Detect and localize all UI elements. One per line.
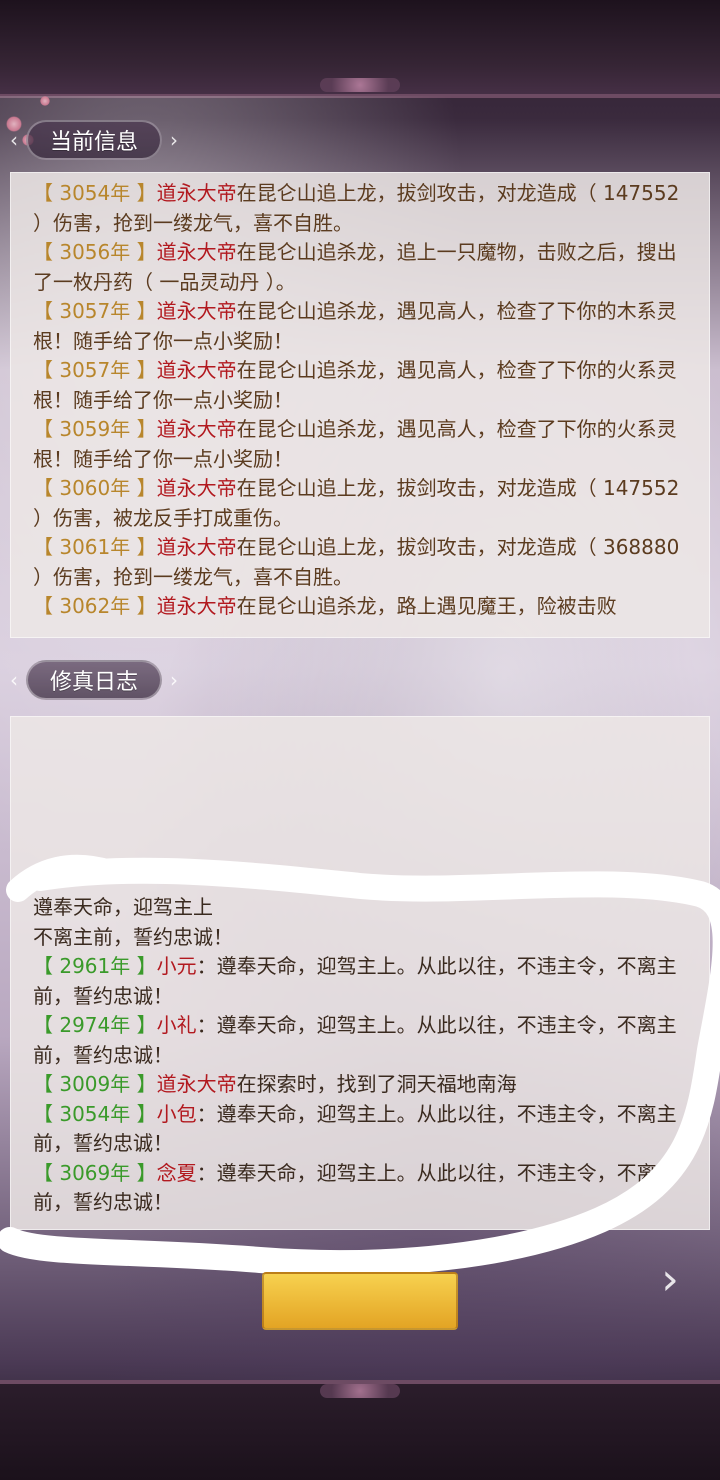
current-info-entry: 【 3057年 】道永大帝在昆仑山追杀龙，遇见高人，检查了下你的木系灵根！随手给… bbox=[33, 297, 687, 356]
entry-text: 在昆仑山追杀龙，路上遇见魔王，险被击败 bbox=[236, 594, 617, 618]
cultivation-log-partial-line: 遵奉天命，迎驾主上 bbox=[33, 893, 687, 923]
current-info-entry: 【 3054年 】道永大帝在昆仑山追上龙，拔剑攻击，对龙造成（ 147552 ）… bbox=[33, 179, 687, 238]
log-year: 【 3009年 】 bbox=[33, 1072, 157, 1096]
log-name: 小元 bbox=[156, 954, 197, 978]
log-year: 【 2961年 】 bbox=[33, 954, 157, 978]
entry-year: 【 3056年 】 bbox=[33, 240, 157, 264]
entry-name: 道永大帝 bbox=[156, 476, 237, 500]
chevron-left-icon: ‹ bbox=[10, 668, 18, 692]
log-name: 道永大帝 bbox=[156, 1072, 237, 1096]
top-ornament-icon bbox=[320, 78, 400, 92]
current-info-entry: 【 3057年 】道永大帝在昆仑山追杀龙，遇见高人，检查了下你的火系灵根！随手给… bbox=[33, 356, 687, 415]
entry-year: 【 3060年 】 bbox=[33, 476, 157, 500]
blossom-icon bbox=[40, 96, 50, 106]
log-name: 小包 bbox=[156, 1101, 197, 1126]
current-info-entry: 【 3059年 】道永大帝在昆仑山追杀龙，遇见高人，检查了下你的火系灵根！随手给… bbox=[33, 415, 687, 474]
log-text: 在探索时，找到了洞天福地南海 bbox=[236, 1072, 517, 1096]
bottom-action-button[interactable] bbox=[262, 1272, 458, 1330]
next-arrow-glyph: › bbox=[661, 1254, 679, 1305]
log-name: 念夏 bbox=[156, 1160, 197, 1185]
cultivation-log-header: ‹ 修真日志 › bbox=[10, 660, 178, 700]
cultivation-log-title: 修真日志 bbox=[26, 660, 163, 700]
cultivation-log-title-text: 修真日志 bbox=[50, 670, 139, 695]
current-info-entry: 【 3060年 】道永大帝在昆仑山追上龙，拔剑攻击，对龙造成（ 147552 ）… bbox=[33, 474, 687, 533]
bottom-ornament-icon bbox=[320, 1384, 400, 1398]
entry-name: 道永大帝 bbox=[156, 299, 237, 323]
cultivation-log-scroll[interactable]: 遵奉天命，迎驾主上 不离主前，誓约忠诚！ 【 2961年 】小元：遵奉天命，迎驾… bbox=[11, 717, 709, 1218]
next-arrow-icon[interactable]: › bbox=[650, 1258, 690, 1302]
entry-year: 【 3059年 】 bbox=[33, 417, 157, 441]
cultivation-log-entry: 【 3069年 】念夏：遵奉天命，迎驾主上。从此以往，不违主令，不离主前，誓约忠… bbox=[33, 1159, 687, 1218]
entry-name: 道永大帝 bbox=[156, 358, 237, 382]
log-year: 【 3069年 】 bbox=[33, 1160, 157, 1185]
entry-name: 道永大帝 bbox=[156, 181, 237, 205]
partial-line-1: 遵奉天命，迎驾主上 bbox=[33, 895, 213, 919]
entry-year: 【 3062年 】 bbox=[33, 594, 157, 618]
log-year: 【 2974年 】 bbox=[33, 1013, 157, 1037]
entry-name: 道永大帝 bbox=[156, 535, 237, 559]
cultivation-log-panel[interactable]: 遵奉天命，迎驾主上 不离主前，誓约忠诚！ 【 2961年 】小元：遵奉天命，迎驾… bbox=[10, 716, 710, 1230]
partial-line-2: 不离主前，誓约忠诚！ bbox=[33, 924, 233, 949]
current-info-title-text: 当前信息 bbox=[50, 130, 139, 155]
current-info-entry: 【 3056年 】道永大帝在昆仑山追杀龙，追上一只魔物，击败之后，搜出了一枚丹药… bbox=[33, 238, 687, 297]
current-info-panel[interactable]: 【 3054年 】道永大帝在昆仑山追上龙，拔剑攻击，对龙造成（ 147552 ）… bbox=[10, 172, 710, 638]
log-year: 【 3054年 】 bbox=[33, 1101, 157, 1126]
entry-name: 道永大帝 bbox=[156, 594, 237, 618]
entry-name: 道永大帝 bbox=[156, 417, 237, 441]
current-info-entry: 【 3061年 】道永大帝在昆仑山追上龙，拔剑攻击，对龙造成（ 368880 ）… bbox=[33, 533, 687, 592]
current-info-entry: 【 3062年 】道永大帝在昆仑山追杀龙，路上遇见魔王，险被击败 bbox=[33, 592, 687, 622]
cultivation-log-entry: 【 3054年 】小包：遵奉天命，迎驾主上。从此以往，不违主令，不离主前，誓约忠… bbox=[33, 1100, 687, 1159]
current-info-header: ‹ 当前信息 › bbox=[10, 120, 178, 160]
entry-year: 【 3061年 】 bbox=[33, 535, 157, 559]
chevron-right-icon: › bbox=[170, 668, 179, 692]
cultivation-log-entry: 【 3009年 】道永大帝在探索时，找到了洞天福地南海 bbox=[33, 1070, 687, 1100]
current-info-scroll[interactable]: 【 3054年 】道永大帝在昆仑山追上龙，拔剑攻击，对龙造成（ 147552 ）… bbox=[11, 173, 709, 622]
cultivation-log-entry: 【 2961年 】小元：遵奉天命，迎驾主上。从此以往，不违主令，不离主前，誓约忠… bbox=[33, 952, 687, 1011]
entry-year: 【 3057年 】 bbox=[33, 299, 157, 323]
cultivation-log-partial-line: 不离主前，誓约忠诚！ bbox=[33, 923, 687, 953]
log-name: 小礼 bbox=[156, 1013, 197, 1037]
chevron-right-icon: › bbox=[170, 128, 179, 152]
cultivation-log-entry: 【 2974年 】小礼：遵奉天命，迎驾主上。从此以往，不违主令，不离主前，誓约忠… bbox=[33, 1011, 687, 1070]
current-info-title: 当前信息 bbox=[26, 120, 163, 160]
entry-name: 道永大帝 bbox=[156, 240, 237, 264]
chevron-left-icon: ‹ bbox=[10, 128, 18, 152]
entry-year: 【 3057年 】 bbox=[33, 358, 157, 382]
entry-year: 【 3054年 】 bbox=[33, 181, 157, 205]
